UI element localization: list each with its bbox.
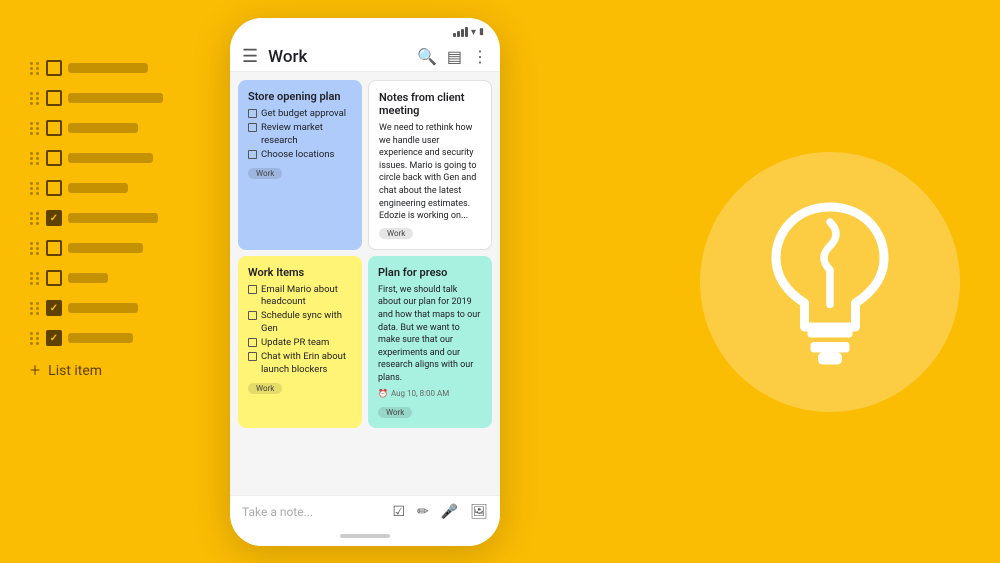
list-item-bar xyxy=(68,303,138,313)
search-icon[interactable]: 🔍 xyxy=(417,47,437,66)
note-title: Notes from client meeting xyxy=(379,91,481,117)
drag-handle-icon xyxy=(30,332,40,345)
note-body: We need to rethink how we handle user ex… xyxy=(379,122,481,223)
list-row xyxy=(30,330,200,346)
drag-handle-icon xyxy=(30,152,40,165)
circle-background xyxy=(700,152,960,412)
note-tag: Work xyxy=(379,228,413,239)
hamburger-icon[interactable]: ☰ xyxy=(242,46,258,67)
wifi-icon: ▾ xyxy=(471,27,476,38)
checklist-item: Choose locations xyxy=(248,149,352,161)
list-row xyxy=(30,150,200,166)
list-row xyxy=(30,90,200,106)
checklist-item: Update PR team xyxy=(248,337,352,349)
checklist-item: Get budget approval xyxy=(248,108,352,120)
phone-device: ▾ ▮ ☰ Work 🔍 ▤ ⋮ Store opening plan Get … xyxy=(230,18,500,546)
drag-handle-icon xyxy=(30,212,40,225)
signal-icon xyxy=(453,27,468,37)
notes-grid: Store opening plan Get budget approval R… xyxy=(230,72,500,495)
list-row xyxy=(30,180,200,196)
note-client-meeting[interactable]: Notes from client meeting We need to ret… xyxy=(368,80,492,250)
note-plan-preso[interactable]: Plan for preso First, we should talk abo… xyxy=(368,256,492,428)
checklist-item: Review market research xyxy=(248,122,352,147)
add-item-row[interactable]: + List item xyxy=(30,360,200,381)
list-row xyxy=(30,60,200,76)
list-checkbox[interactable] xyxy=(46,210,62,226)
header-icons: 🔍 ▤ ⋮ xyxy=(417,47,488,66)
note-tag: Work xyxy=(378,407,412,418)
more-icon[interactable]: ⋮ xyxy=(472,47,488,66)
home-bar xyxy=(340,534,390,538)
note-checklist: Email Mario about headcount Schedule syn… xyxy=(248,284,352,376)
list-checkbox[interactable] xyxy=(46,120,62,136)
list-checkbox[interactable] xyxy=(46,240,62,256)
list-row xyxy=(30,120,200,136)
list-checkbox[interactable] xyxy=(46,300,62,316)
drag-handle-icon xyxy=(30,182,40,195)
pencil-icon[interactable]: ✏ xyxy=(417,504,429,520)
note-checklist: Get budget approval Review market resear… xyxy=(248,108,352,161)
checklist-item: Chat with Erin about launch blockers xyxy=(248,351,352,376)
status-bar: ▾ ▮ xyxy=(230,18,500,42)
status-icons: ▾ ▮ xyxy=(453,27,484,38)
add-item-label: List item xyxy=(48,363,102,379)
image-icon[interactable]: 🖼 xyxy=(470,504,488,520)
drag-handle-icon xyxy=(30,122,40,135)
list-item-bar xyxy=(68,63,148,73)
left-checklist-panel: + List item xyxy=(30,60,200,381)
bottom-bar: Take a note... ☑ ✏ 🎤 🖼 xyxy=(230,495,500,528)
list-checkbox[interactable] xyxy=(46,60,62,76)
drag-handle-icon xyxy=(30,62,40,75)
plus-icon: + xyxy=(30,360,40,381)
list-item-bar xyxy=(68,123,138,133)
note-tag: Work xyxy=(248,168,282,179)
note-work-items[interactable]: Work Items Email Mario about headcount S… xyxy=(238,256,362,428)
note-title: Store opening plan xyxy=(248,90,352,103)
list-row xyxy=(30,270,200,286)
note-store-opening[interactable]: Store opening plan Get budget approval R… xyxy=(238,80,362,250)
list-item-bar xyxy=(68,213,158,223)
checkbox-icon[interactable]: ☑ xyxy=(392,504,405,520)
list-checkbox[interactable] xyxy=(46,90,62,106)
list-item-bar xyxy=(68,183,128,193)
note-title: Work Items xyxy=(248,266,352,279)
drag-handle-icon xyxy=(30,302,40,315)
grid-icon[interactable]: ▤ xyxy=(447,47,462,66)
list-checkbox[interactable] xyxy=(46,270,62,286)
list-checkbox[interactable] xyxy=(46,330,62,346)
list-item-bar xyxy=(68,153,153,163)
date-text: Aug 10, 8:00 AM xyxy=(391,389,449,398)
drag-handle-icon xyxy=(30,272,40,285)
lightbulb-icon xyxy=(750,192,910,372)
note-tag: Work xyxy=(248,383,282,394)
note-title: Plan for preso xyxy=(378,266,482,279)
note-date: ⏰ Aug 10, 8:00 AM xyxy=(378,389,482,398)
list-item-bar xyxy=(68,93,163,103)
list-row xyxy=(30,300,200,316)
bottom-toolbar-icons: ☑ ✏ 🎤 🖼 xyxy=(392,504,488,520)
list-item-bar xyxy=(68,243,143,253)
battery-icon: ▮ xyxy=(479,27,484,37)
take-note-row: Take a note... ☑ ✏ 🎤 🖼 xyxy=(242,504,488,520)
mic-icon[interactable]: 🎤 xyxy=(441,504,458,520)
list-checkbox[interactable] xyxy=(46,150,62,166)
note-body: First, we should talk about our plan for… xyxy=(378,284,482,385)
list-item-bar xyxy=(68,273,108,283)
checklist-item: Email Mario about headcount xyxy=(248,284,352,309)
checklist-item: Schedule sync with Gen xyxy=(248,310,352,335)
list-item-bar xyxy=(68,333,133,343)
app-title: Work xyxy=(268,47,417,67)
list-row xyxy=(30,240,200,256)
clock-icon: ⏰ xyxy=(378,389,388,398)
drag-handle-icon xyxy=(30,92,40,105)
drag-handle-icon xyxy=(30,242,40,255)
home-bar-area xyxy=(230,528,500,546)
list-row xyxy=(30,210,200,226)
list-checkbox[interactable] xyxy=(46,180,62,196)
right-panel xyxy=(690,142,970,422)
take-note-placeholder[interactable]: Take a note... xyxy=(242,505,313,519)
app-header: ☰ Work 🔍 ▤ ⋮ xyxy=(230,42,500,72)
